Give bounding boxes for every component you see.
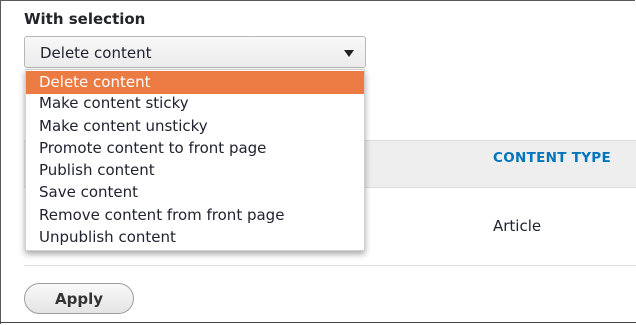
bulk-action-dropdown-list: Delete content Make content sticky Make …: [25, 69, 365, 251]
table-cell-content-type: Article: [493, 217, 542, 235]
option-promote-front-page[interactable]: Promote content to front page: [26, 137, 364, 160]
apply-button[interactable]: Apply: [24, 283, 134, 314]
option-save[interactable]: Save content: [26, 181, 364, 204]
option-publish[interactable]: Publish content: [26, 159, 364, 182]
option-remove-front-page[interactable]: Remove content from front page: [26, 204, 364, 227]
option-delete-content[interactable]: Delete content: [26, 71, 364, 94]
row-divider: [24, 265, 636, 266]
select-value: Delete content: [40, 44, 152, 62]
option-make-sticky[interactable]: Make content sticky: [26, 92, 364, 115]
bulk-action-select[interactable]: Delete content: [24, 36, 366, 68]
bottom-border: [0, 322, 636, 323]
option-unpublish[interactable]: Unpublish content: [26, 226, 364, 249]
option-make-unsticky[interactable]: Make content unsticky: [26, 115, 364, 138]
chevron-down-icon: [344, 50, 354, 57]
column-header-content-type[interactable]: CONTENT TYPE: [493, 150, 611, 166]
bulk-action-heading: With selection: [24, 10, 146, 28]
